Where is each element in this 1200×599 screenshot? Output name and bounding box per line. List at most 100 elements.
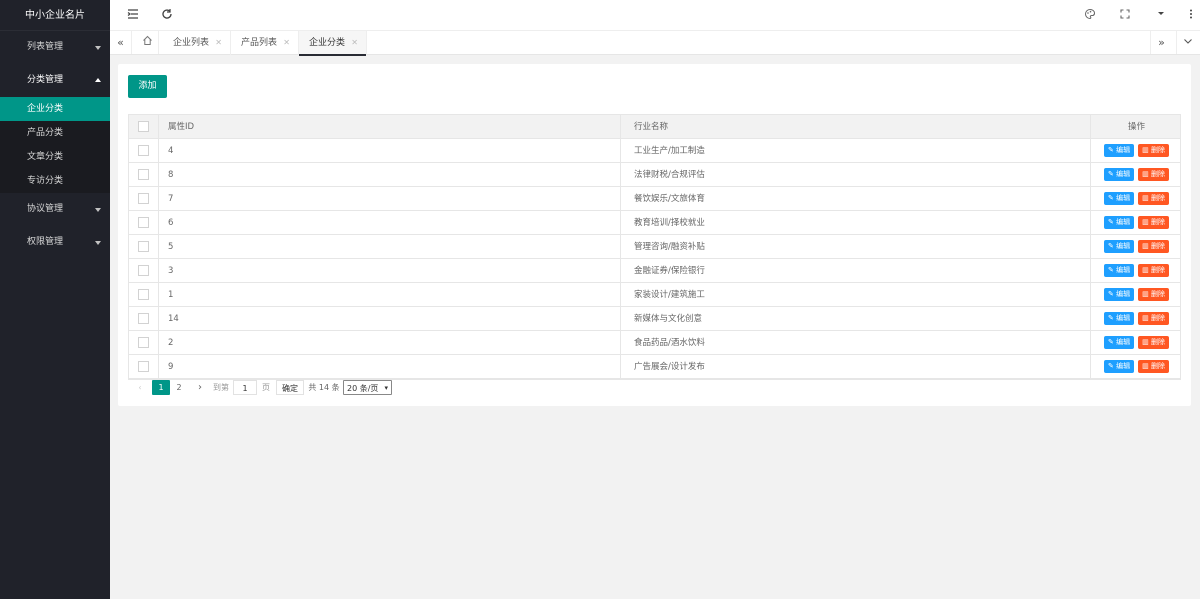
edit-button[interactable]: ✎ 编辑 [1104,192,1135,205]
edit-label: 编辑 [1116,194,1131,202]
edit-label: 编辑 [1116,242,1131,250]
row-checkbox[interactable] [138,169,149,180]
edit-button[interactable]: ✎ 编辑 [1104,216,1135,229]
edit-button[interactable]: ✎ 编辑 [1104,264,1135,277]
close-icon[interactable]: ✕ [215,31,222,55]
tabs-menu-chevron-down-icon[interactable] [1176,31,1198,54]
edit-label: 编辑 [1116,314,1131,322]
row-name: 金融证券/保险银行 [621,259,1091,283]
nav-list-management[interactable]: 列表管理 [0,31,110,64]
row-check-cell [129,259,159,283]
edit-icon: ✎ [1108,218,1117,226]
delete-button[interactable]: ▥ 删除 [1138,336,1169,349]
prev-page-icon[interactable]: ‹ [134,380,146,395]
edit-button[interactable]: ✎ 编辑 [1104,360,1135,373]
row-id: 2 [159,331,621,355]
page-size-value: 20 条/页 [347,384,379,393]
row-checkbox[interactable] [138,265,149,276]
nav-permission-management[interactable]: 权限管理 [0,226,110,259]
row-checkbox[interactable] [138,145,149,156]
sidebar-item-product-category[interactable]: 产品分类 [0,121,110,145]
close-icon[interactable]: ✕ [283,31,290,55]
delete-label: 删除 [1150,266,1165,274]
edit-button[interactable]: ✎ 编辑 [1104,144,1135,157]
total-count: 共 14 条 [308,383,340,392]
page-size-select[interactable]: 20 条/页 ▾ [343,380,392,395]
row-check-cell [129,283,159,307]
more-vertical-icon[interactable] [1184,8,1198,22]
top-header [110,0,1200,31]
tabs-scroll-left-icon[interactable]: « [110,31,132,54]
row-checkbox[interactable] [138,217,149,228]
row-id: 5 [159,235,621,259]
refresh-icon[interactable] [160,8,174,22]
delete-label: 删除 [1150,194,1165,202]
tab-company-category[interactable]: 企业分类 ✕ [299,31,367,56]
delete-button[interactable]: ▥ 删除 [1138,312,1169,325]
tabs-scroll-right-icon[interactable]: » [1150,31,1172,54]
row-checkbox[interactable] [138,193,149,204]
nav-group-category: 分类管理 企业分类 产品分类 文章分类 专访分类 [0,64,110,193]
row-id: 1 [159,283,621,307]
edit-button[interactable]: ✎ 编辑 [1104,288,1135,301]
goto-confirm-button[interactable]: 确定 [276,380,304,395]
chevron-down-icon [95,46,101,50]
edit-button[interactable]: ✎ 编辑 [1104,168,1135,181]
tab-label: 产品列表 [241,38,278,48]
next-page-icon[interactable]: › [194,380,206,395]
select-all-checkbox[interactable] [138,121,149,132]
fullscreen-icon[interactable] [1118,8,1132,22]
delete-button[interactable]: ▥ 删除 [1138,360,1169,373]
delete-button[interactable]: ▥ 删除 [1138,240,1169,253]
delete-button[interactable]: ▥ 删除 [1138,168,1169,181]
row-checkbox[interactable] [138,337,149,348]
page-2[interactable]: 2 [172,380,186,395]
tab-company-list[interactable]: 企业列表 ✕ [163,31,231,55]
dropdown-caret-icon[interactable] [1154,8,1168,22]
column-header-name[interactable]: 行业名称 [621,115,1091,139]
delete-button[interactable]: ▥ 删除 [1138,288,1169,301]
tab-product-list[interactable]: 产品列表 ✕ [231,31,299,55]
row-id: 14 [159,307,621,331]
row-actions: ✎ 编辑 ▥ 删除 [1091,331,1182,355]
nav-agreement-management[interactable]: 协议管理 [0,193,110,226]
row-checkbox[interactable] [138,241,149,252]
chevron-down-icon [95,208,101,212]
delete-button[interactable]: ▥ 删除 [1138,192,1169,205]
row-checkbox[interactable] [138,313,149,324]
row-checkbox[interactable] [138,361,149,372]
edit-label: 编辑 [1116,338,1131,346]
delete-button[interactable]: ▥ 删除 [1138,144,1169,157]
goto-page-input[interactable]: 1 [233,380,257,395]
delete-button[interactable]: ▥ 删除 [1138,216,1169,229]
nav-group-agreement: 协议管理 [0,193,110,226]
edit-button[interactable]: ✎ 编辑 [1104,336,1135,349]
row-name: 管理咨询/融资补贴 [621,235,1091,259]
delete-label: 删除 [1150,146,1165,154]
delete-button[interactable]: ▥ 删除 [1138,264,1169,277]
close-icon[interactable]: ✕ [351,31,358,55]
table-row: 14 新媒体与文化创意 ✎ 编辑 ▥ 删除 [129,307,1180,331]
row-checkbox[interactable] [138,289,149,300]
row-actions: ✎ 编辑 ▥ 删除 [1091,139,1182,163]
edit-label: 编辑 [1116,266,1131,274]
chevron-down-icon [95,241,101,245]
table-row: 2 食品药品/酒水饮料 ✎ 编辑 ▥ 删除 [129,331,1180,355]
home-icon[interactable] [137,31,159,54]
nav-category-management[interactable]: 分类管理 [0,64,110,97]
menu-fold-icon[interactable] [126,8,140,22]
table-row: 7 餐饮娱乐/文旅体育 ✎ 编辑 ▥ 删除 [129,187,1180,211]
sidebar-item-interview-category[interactable]: 专访分类 [0,169,110,193]
theme-icon[interactable] [1083,8,1097,22]
row-actions: ✎ 编辑 ▥ 删除 [1091,307,1182,331]
row-check-cell [129,187,159,211]
add-button[interactable]: 添加 [128,75,167,98]
edit-button[interactable]: ✎ 编辑 [1104,240,1135,253]
sidebar-item-article-category[interactable]: 文章分类 [0,145,110,169]
column-header-id[interactable]: 属性ID [159,115,621,139]
edit-button[interactable]: ✎ 编辑 [1104,312,1135,325]
table-row: 9 广告展会/设计发布 ✎ 编辑 ▥ 删除 [129,355,1180,379]
sidebar-item-company-category[interactable]: 企业分类 [0,97,110,121]
page-current[interactable]: 1 [152,380,170,395]
row-name: 食品药品/酒水饮料 [621,331,1091,355]
